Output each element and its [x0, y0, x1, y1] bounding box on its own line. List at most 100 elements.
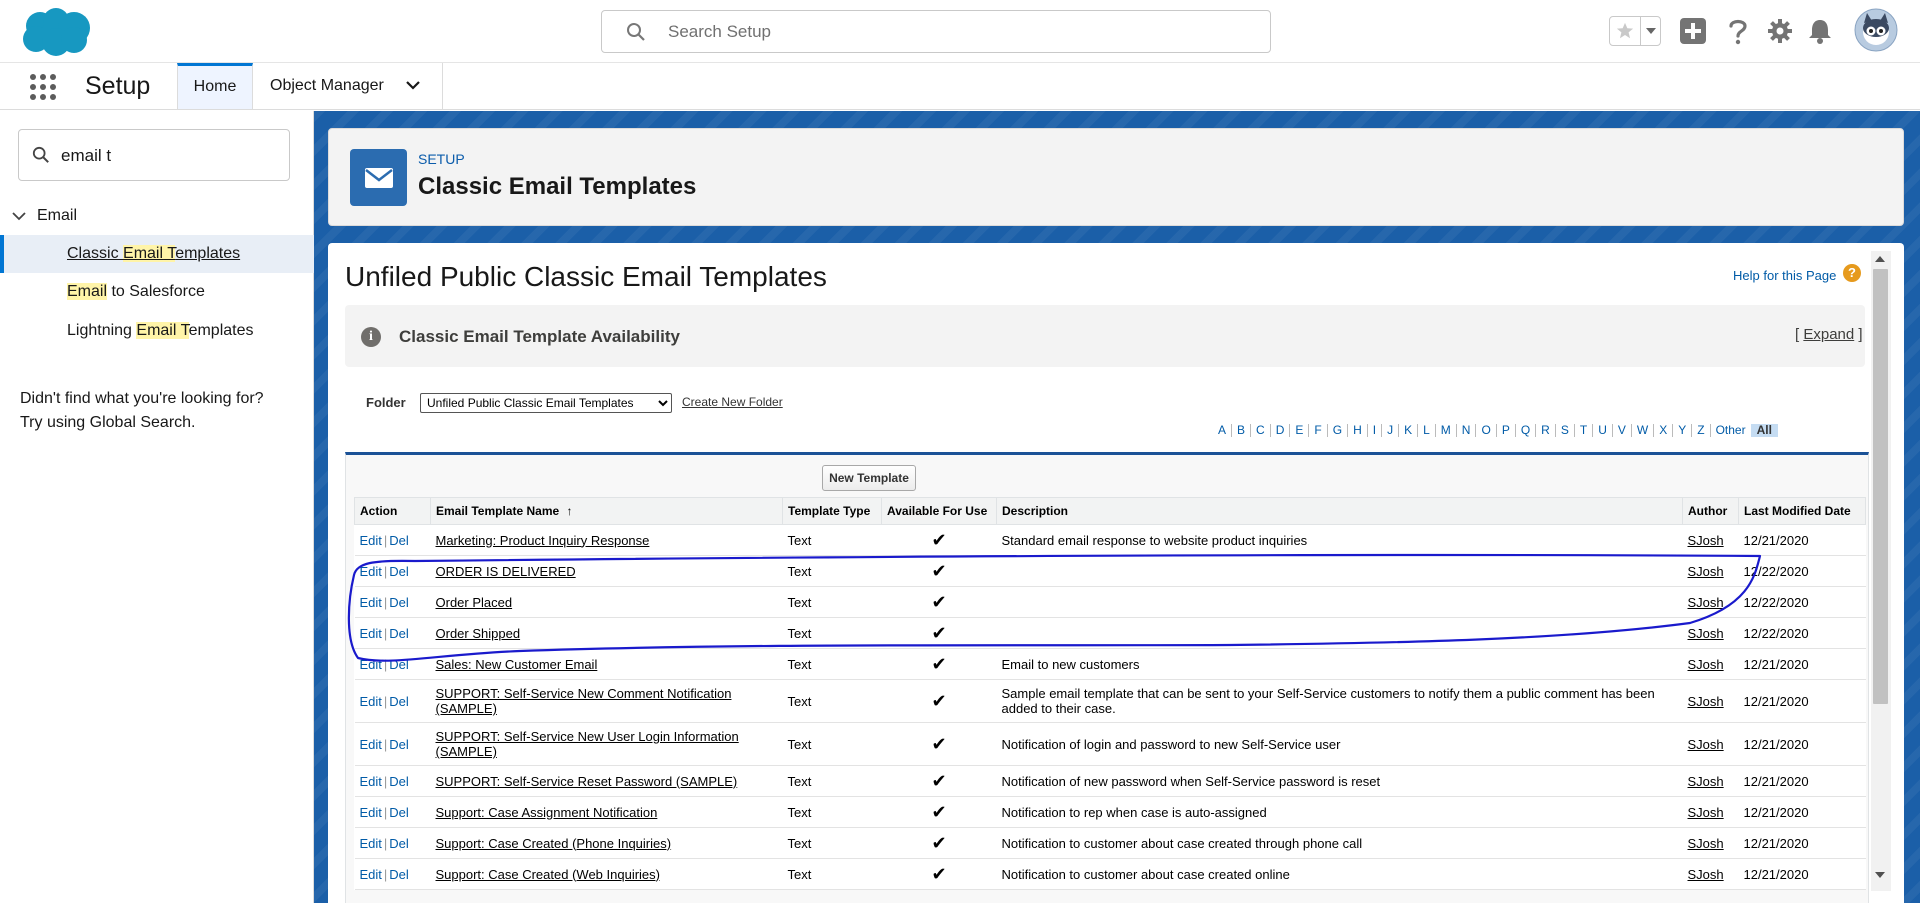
template-name-link[interactable]: Marketing: Product Inquiry Response: [436, 533, 650, 548]
edit-link[interactable]: Edit: [360, 774, 382, 789]
edit-link[interactable]: Edit: [360, 867, 382, 882]
scrollbar-thumb[interactable]: [1873, 269, 1888, 704]
template-name-link[interactable]: SUPPORT: Self-Service Reset Password (SA…: [436, 774, 738, 789]
alphabet-filter-g[interactable]: G: [1328, 424, 1349, 437]
author-link[interactable]: SJosh: [1688, 694, 1724, 709]
alphabet-filter-all[interactable]: All: [1750, 424, 1778, 437]
nav-group-email[interactable]: Email: [0, 203, 314, 233]
template-name-link[interactable]: Order Shipped: [436, 626, 521, 641]
chevron-down-icon[interactable]: [405, 79, 421, 91]
alphabet-filter-k[interactable]: K: [1399, 424, 1419, 437]
col-available[interactable]: Available For Use: [881, 497, 997, 525]
delete-link[interactable]: Del: [389, 694, 409, 709]
avatar[interactable]: [1854, 8, 1898, 52]
template-name-link[interactable]: Order Placed: [436, 595, 513, 610]
alphabet-filter-u[interactable]: U: [1593, 424, 1613, 437]
alphabet-filter-i[interactable]: I: [1368, 424, 1383, 437]
chevron-down-icon[interactable]: [1641, 17, 1660, 45]
alphabet-filter-p[interactable]: P: [1497, 424, 1516, 437]
setup-search-box[interactable]: [601, 10, 1271, 53]
author-link[interactable]: SJosh: [1688, 533, 1724, 548]
edit-link[interactable]: Edit: [360, 626, 382, 641]
alphabet-filter-q[interactable]: Q: [1516, 424, 1537, 437]
alphabet-filter-f[interactable]: F: [1309, 424, 1328, 437]
author-link[interactable]: SJosh: [1688, 805, 1724, 820]
template-name-link[interactable]: Support: Case Created (Phone Inquiries): [436, 836, 672, 851]
search-input[interactable]: [666, 19, 1246, 45]
author-link[interactable]: SJosh: [1688, 737, 1724, 752]
star-icon[interactable]: [1610, 17, 1642, 45]
alphabet-filter-w[interactable]: W: [1632, 424, 1655, 437]
alphabet-filter-a[interactable]: A: [1213, 424, 1233, 437]
quick-find-input[interactable]: [59, 143, 279, 169]
scroll-down-arrow-icon[interactable]: [1875, 871, 1885, 879]
alphabet-filter-c[interactable]: C: [1251, 424, 1271, 437]
col-name[interactable]: Email Template Name ↑: [430, 497, 783, 525]
author-link[interactable]: SJosh: [1688, 867, 1724, 882]
delete-link[interactable]: Del: [389, 805, 409, 820]
template-name-link[interactable]: SUPPORT: Self-Service New User Login Inf…: [436, 729, 739, 759]
alphabet-filter-l[interactable]: L: [1418, 424, 1436, 437]
author-link[interactable]: SJosh: [1688, 836, 1724, 851]
template-name-link[interactable]: Support: Case Created (Web Inquiries): [436, 867, 660, 882]
alphabet-filter-s[interactable]: S: [1556, 424, 1575, 437]
edit-link[interactable]: Edit: [360, 836, 382, 851]
delete-link[interactable]: Del: [389, 657, 409, 672]
alphabet-filter-e[interactable]: E: [1290, 424, 1310, 437]
alphabet-filter-m[interactable]: M: [1436, 424, 1457, 437]
plus-icon[interactable]: [1679, 17, 1707, 45]
alphabet-filter-v[interactable]: V: [1613, 424, 1632, 437]
favorites-group[interactable]: [1609, 16, 1661, 46]
alphabet-filter-other[interactable]: Other: [1711, 424, 1751, 437]
delete-link[interactable]: Del: [389, 836, 409, 851]
col-description[interactable]: Description: [996, 497, 1683, 525]
tab-home[interactable]: Home: [177, 63, 253, 109]
delete-link[interactable]: Del: [389, 564, 409, 579]
alphabet-filter-x[interactable]: X: [1654, 424, 1674, 437]
col-last-modified[interactable]: Last Modified Date: [1738, 497, 1866, 525]
delete-link[interactable]: Del: [389, 867, 409, 882]
alphabet-filter-d[interactable]: D: [1271, 424, 1291, 437]
alphabet-filter-j[interactable]: J: [1382, 424, 1400, 437]
template-name-link[interactable]: SUPPORT: Self-Service New Comment Notifi…: [436, 686, 732, 716]
template-name-link[interactable]: Support: Case Assignment Notification: [436, 805, 658, 820]
sidebar-item-classic-email-templates[interactable]: Classic Email Templates: [0, 235, 314, 273]
help-for-page-link[interactable]: Help for this Page: [1733, 268, 1836, 283]
salesforce-cloud-icon[interactable]: [18, 6, 94, 58]
alphabet-filter-n[interactable]: N: [1457, 424, 1477, 437]
delete-link[interactable]: Del: [389, 774, 409, 789]
alphabet-filter-y[interactable]: Y: [1673, 424, 1693, 437]
create-new-folder-link[interactable]: Create New Folder: [682, 395, 783, 409]
folder-select[interactable]: Unfiled Public Classic Email Templates: [420, 393, 672, 413]
template-name-link[interactable]: ORDER IS DELIVERED: [436, 564, 576, 579]
tab-object-manager[interactable]: Object Manager: [253, 63, 443, 109]
edit-link[interactable]: Edit: [360, 595, 382, 610]
author-link[interactable]: SJosh: [1688, 626, 1724, 641]
delete-link[interactable]: Del: [389, 595, 409, 610]
help-icon[interactable]: [1726, 17, 1750, 45]
quick-find-box[interactable]: [18, 129, 290, 181]
author-link[interactable]: SJosh: [1688, 595, 1724, 610]
alphabet-filter-o[interactable]: O: [1476, 424, 1497, 437]
app-launcher-icon[interactable]: [28, 72, 58, 102]
delete-link[interactable]: Del: [389, 737, 409, 752]
edit-link[interactable]: Edit: [360, 737, 382, 752]
alphabet-filter-r[interactable]: R: [1536, 424, 1556, 437]
alphabet-filter-h[interactable]: H: [1348, 424, 1368, 437]
alphabet-filter-z[interactable]: Z: [1692, 424, 1711, 437]
gear-icon[interactable]: [1767, 18, 1793, 44]
help-icon[interactable]: ?: [1843, 264, 1861, 282]
template-name-link[interactable]: Sales: New Customer Email: [436, 657, 598, 672]
bell-icon[interactable]: [1808, 18, 1832, 44]
delete-link[interactable]: Del: [389, 626, 409, 641]
sidebar-item-email-to-salesforce[interactable]: Email to Salesforce: [0, 273, 314, 311]
alphabet-filter-b[interactable]: B: [1232, 424, 1252, 437]
edit-link[interactable]: Edit: [360, 564, 382, 579]
col-author[interactable]: Author: [1682, 497, 1739, 525]
edit-link[interactable]: Edit: [360, 657, 382, 672]
col-type[interactable]: Template Type: [782, 497, 882, 525]
edit-link[interactable]: Edit: [360, 694, 382, 709]
author-link[interactable]: SJosh: [1688, 774, 1724, 789]
chevron-down-icon[interactable]: [12, 211, 26, 221]
expand-link[interactable]: Expand: [1803, 326, 1854, 343]
